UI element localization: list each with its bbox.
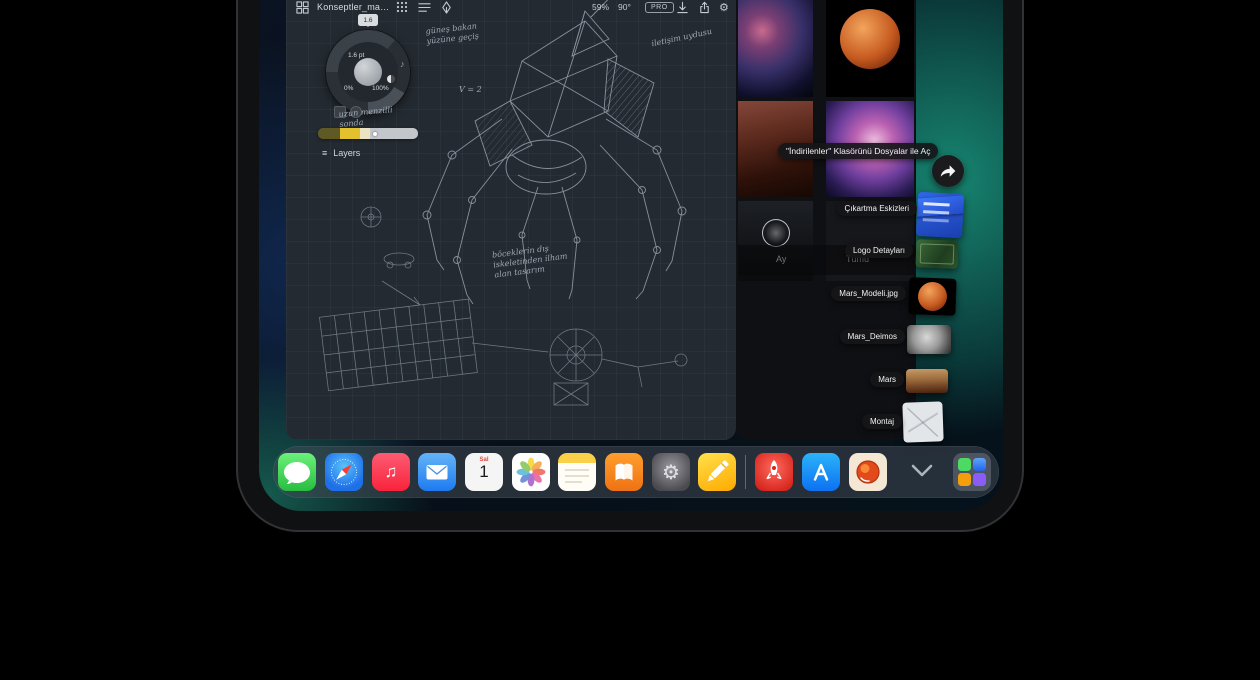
mini-icon-green <box>958 458 971 471</box>
share-forward-button[interactable] <box>932 155 964 187</box>
photos-flower-icon <box>512 453 550 491</box>
file-label-mars-model: Mars_Modeli.jpg <box>831 286 906 301</box>
mini-icon-blue <box>973 458 986 471</box>
thumbnail-mars-planet[interactable] <box>826 0 914 97</box>
file-label-mars: Mars <box>870 372 904 387</box>
pen-nib-icon[interactable] <box>440 0 453 14</box>
settings-gear-glyph: ⚙ <box>652 453 690 491</box>
ipad-screen: Konseptler_ma… 59% 90° PRO <box>259 0 1003 511</box>
drag-thumb-logo[interactable] <box>916 239 959 268</box>
annotation-velocity: V = 2 <box>459 85 482 95</box>
dock-icon-orange-disc[interactable] <box>849 453 887 491</box>
opacity-max-label: 100% <box>372 85 389 92</box>
mini-icon-orange <box>958 473 971 486</box>
ipad-device: Konseptler_ma… 59% 90° PRO <box>236 0 1024 532</box>
share-export-icon[interactable] <box>698 0 711 14</box>
layers-icon: ≡ <box>322 148 327 158</box>
file-label-logo: Logo Detayları <box>845 243 913 258</box>
swatch-pale[interactable] <box>360 128 370 139</box>
dock-chevron-down-icon[interactable] <box>907 453 937 491</box>
drag-thumb-montage[interactable] <box>902 401 943 442</box>
dock-divider <box>745 455 746 489</box>
rocket-icon <box>755 453 793 491</box>
notes-lines-icon <box>558 453 596 491</box>
dock: ♫ Sal 1 <box>273 446 999 498</box>
thumbnail-nebula[interactable] <box>738 0 813 97</box>
mini-icon-purple <box>973 473 986 486</box>
swatch-olive[interactable] <box>318 128 340 139</box>
canvas-angle[interactable]: 90° <box>618 0 631 14</box>
dock-icon-pencil-yellow[interactable] <box>698 453 736 491</box>
brush-tool-wheel[interactable] <box>326 30 410 114</box>
messages-bubble-icon <box>278 453 316 491</box>
dock-icon-rocket[interactable] <box>755 453 793 491</box>
dock-icon-books[interactable] <box>605 453 643 491</box>
zoom-level[interactable]: 59% <box>592 0 609 14</box>
calendar-day: 1 <box>465 463 503 482</box>
music-note-glyph: ♫ <box>372 453 410 491</box>
layers-button[interactable]: ≡ Layers <box>322 148 360 158</box>
safari-compass-icon <box>325 453 363 491</box>
dock-icon-messages[interactable] <box>278 453 316 491</box>
forward-arrow-icon <box>939 163 957 179</box>
folder-mini-icons <box>953 453 991 491</box>
dock-icon-calendar[interactable]: Sal 1 <box>465 453 503 491</box>
dock-icon-safari[interactable] <box>325 453 363 491</box>
open-in-files-banner: "İndirilenler" Klasörünü Dosyalar ile Aç <box>778 143 938 159</box>
orange-disc-icon <box>849 453 887 491</box>
dock-icon-settings[interactable]: ⚙ <box>652 453 690 491</box>
file-label-montage: Montaj <box>862 414 902 429</box>
color-swatch-bar[interactable] <box>318 128 418 139</box>
contrast-icon[interactable] <box>387 75 395 83</box>
dock-icon-photos[interactable] <box>512 453 550 491</box>
mail-envelope-icon <box>418 453 456 491</box>
swatch-slider[interactable] <box>370 128 418 139</box>
swatch-yellow[interactable] <box>340 128 360 139</box>
settings-gear-icon[interactable]: ⚙ <box>719 0 729 14</box>
pro-badge[interactable]: PRO <box>645 0 674 14</box>
desktop-background: Konseptler_ma… 59% 90° PRO <box>0 0 1260 680</box>
brush-size-flag[interactable]: 1.6 <box>358 14 378 26</box>
file-label-deimos: Mars_Deimos <box>840 329 905 344</box>
chevron-down-glyph <box>907 453 937 489</box>
app-store-a-icon <box>802 453 840 491</box>
list-icon[interactable] <box>418 0 431 14</box>
concepts-window: Konseptler_ma… 59% 90° PRO <box>286 0 736 440</box>
dock-icon-app-store[interactable] <box>802 453 840 491</box>
dock-icon-mail[interactable] <box>418 453 456 491</box>
music-note-icon: ♪ <box>400 59 405 69</box>
wheel-knob[interactable] <box>354 58 382 86</box>
app-menu-icon[interactable] <box>296 0 309 14</box>
slider-dot <box>373 132 377 136</box>
drag-thumb-deimos[interactable] <box>907 325 951 354</box>
dock-icon-notes[interactable] <box>558 453 596 491</box>
brush-size-label: 1.6 pt <box>348 52 364 59</box>
opacity-min-label: 0% <box>344 85 353 92</box>
document-title[interactable]: Konseptler_ma… <box>317 0 389 14</box>
dock-icon-music[interactable]: ♫ <box>372 453 410 491</box>
drag-thumb-mars-terrain[interactable] <box>906 369 948 393</box>
books-open-book-icon <box>605 453 643 491</box>
drag-thumb-mars-model[interactable] <box>908 277 956 316</box>
dots-grid-icon[interactable] <box>396 0 408 14</box>
dock-app-folder[interactable] <box>953 453 991 491</box>
file-label-stickers: Çıkartma Eskizleri <box>837 201 917 216</box>
pencil-icon <box>698 453 736 491</box>
album-moon-label[interactable]: Ay <box>776 254 786 264</box>
drag-thumb-stickers[interactable] <box>916 192 964 238</box>
download-icon[interactable] <box>676 0 689 14</box>
layers-label: Layers <box>333 148 360 158</box>
